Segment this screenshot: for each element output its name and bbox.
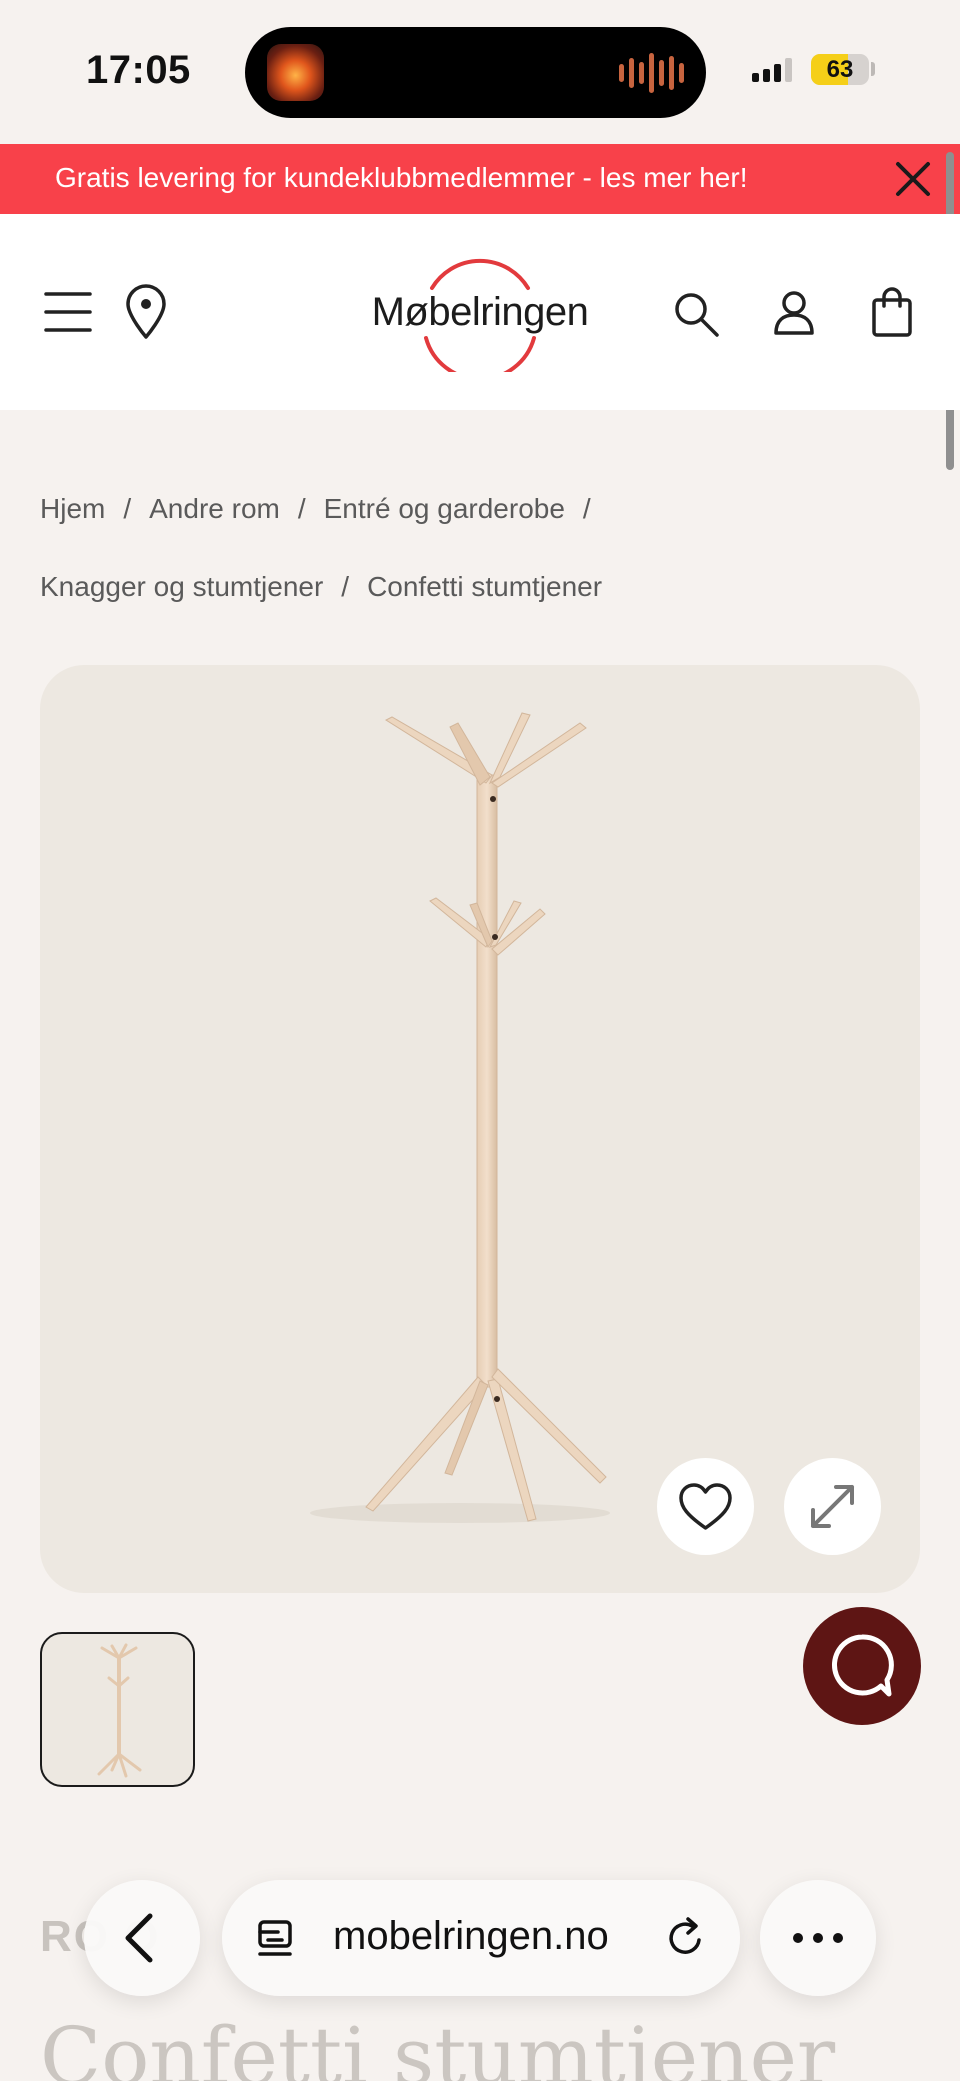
battery-cap bbox=[871, 62, 875, 76]
breadcrumb-item-knagger-og-stumtjener[interactable]: Knagger og stumtjener bbox=[40, 571, 323, 602]
location-pin-icon[interactable] bbox=[124, 284, 168, 340]
chat-icon bbox=[831, 1634, 894, 1697]
url-text[interactable]: mobelringen.no bbox=[333, 1914, 609, 1959]
user-icon[interactable] bbox=[772, 290, 816, 336]
coat-stand-image bbox=[310, 712, 610, 1523]
favorite-button[interactable] bbox=[657, 1458, 754, 1555]
back-chevron-icon bbox=[125, 1913, 153, 1963]
breadcrumb-separator: / bbox=[582, 493, 591, 524]
promo-banner-text[interactable]: Gratis levering for kundeklubbmedlemmer … bbox=[55, 162, 747, 194]
breadcrumb-separator: / bbox=[123, 493, 132, 524]
site-logo[interactable]: Møbelringen bbox=[362, 252, 598, 372]
logo-text: Møbelringen bbox=[371, 290, 589, 334]
breadcrumb-item-hjem[interactable]: Hjem bbox=[40, 493, 105, 524]
page-menu-icon[interactable] bbox=[256, 1918, 298, 1960]
breadcrumb-item-current: Confetti stumtjener bbox=[367, 571, 603, 602]
breadcrumb-item-andre-rom[interactable]: Andre rom bbox=[149, 493, 280, 524]
browser-back-button[interactable] bbox=[84, 1880, 200, 1996]
battery-level-text: 63 bbox=[826, 56, 854, 83]
cellular-signal-icon bbox=[752, 56, 792, 82]
promo-banner[interactable]: Gratis levering for kundeklubbmedlemmer … bbox=[0, 144, 960, 214]
browser-more-button[interactable] bbox=[760, 1880, 876, 1996]
reload-icon[interactable] bbox=[664, 1916, 708, 1960]
menu-icon[interactable] bbox=[44, 290, 92, 334]
breadcrumb-item-entre-og-garderobe[interactable]: Entré og garderobe bbox=[324, 493, 565, 524]
heart-icon bbox=[679, 1483, 732, 1530]
breadcrumb-separator: / bbox=[297, 493, 306, 524]
now-playing-app-icon[interactable] bbox=[267, 44, 324, 101]
shopping-bag-icon[interactable] bbox=[870, 286, 914, 338]
chat-button[interactable] bbox=[803, 1607, 921, 1725]
status-time: 17:05 bbox=[86, 48, 191, 92]
product-image[interactable] bbox=[40, 665, 920, 1593]
site-header: Møbelringen bbox=[0, 214, 960, 410]
more-icon bbox=[793, 1933, 843, 1943]
expand-image-button[interactable] bbox=[784, 1458, 881, 1555]
dynamic-island[interactable] bbox=[245, 27, 706, 118]
breadcrumb: Hjem / Andre rom / Entré og garderobe / Knagg… bbox=[40, 470, 920, 626]
coat-stand-thumbnail-image bbox=[97, 1643, 142, 1778]
browser-address-bar[interactable]: mobelringen.no bbox=[222, 1880, 740, 1996]
audio-waveform-icon bbox=[619, 51, 684, 95]
search-icon[interactable] bbox=[672, 290, 720, 338]
status-bar: 17:05 63 bbox=[0, 0, 960, 144]
product-thumbnail[interactable] bbox=[40, 1632, 195, 1787]
product-title: Confetti stumtjener bbox=[40, 2010, 836, 2081]
breadcrumb-separator: / bbox=[341, 571, 350, 602]
battery-icon: 63 bbox=[811, 54, 869, 85]
close-icon[interactable] bbox=[892, 158, 934, 200]
expand-icon bbox=[811, 1485, 854, 1528]
